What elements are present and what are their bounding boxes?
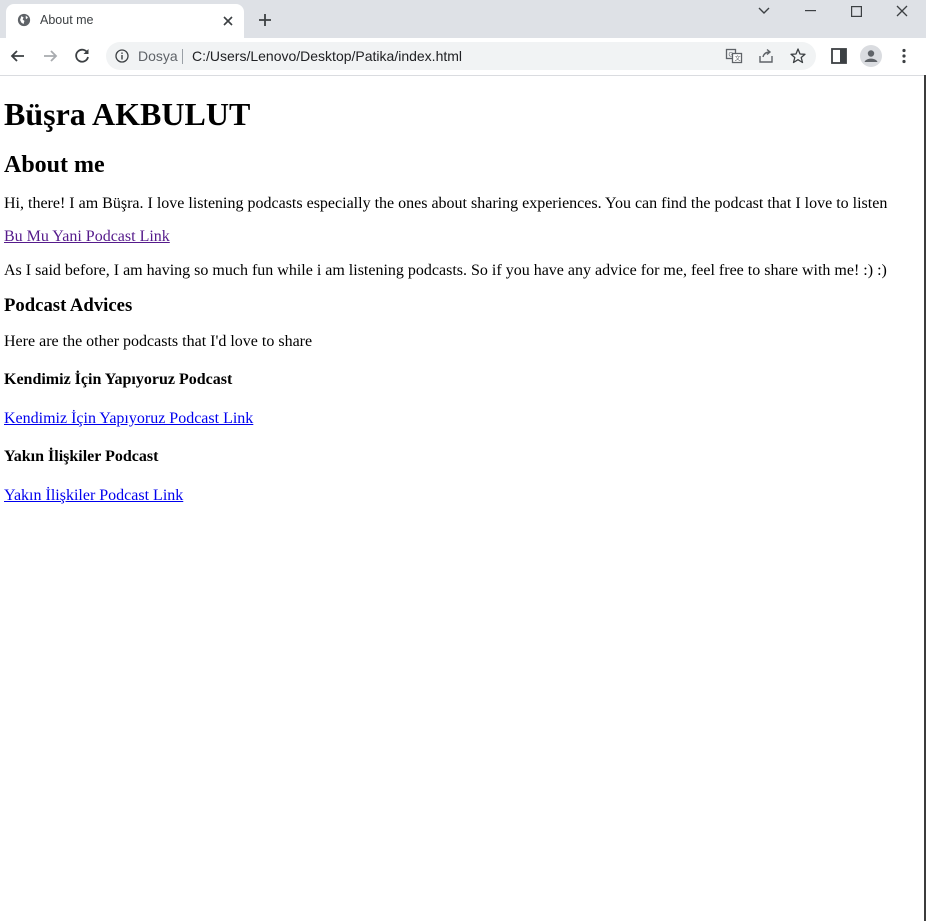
profile-avatar-icon[interactable] bbox=[860, 45, 882, 67]
podcast-title: Kendimiz İçin Yapıyoruz Podcast bbox=[4, 371, 233, 388]
advices-heading: Podcast Advices bbox=[4, 295, 133, 316]
side-panel-icon[interactable] bbox=[829, 46, 849, 66]
share-icon[interactable] bbox=[757, 47, 775, 65]
reload-icon[interactable] bbox=[72, 46, 92, 66]
new-tab-icon[interactable] bbox=[256, 11, 274, 29]
about-heading: About me bbox=[4, 152, 105, 178]
forward-arrow-icon[interactable] bbox=[40, 46, 60, 66]
kendimiz-icin-podcast-link[interactable]: Kendimiz İçin Yapıyoruz Podcast Link bbox=[4, 410, 253, 427]
page-title: Büşra AKBULUT bbox=[4, 96, 251, 132]
maximize-button[interactable] bbox=[833, 0, 879, 22]
advices-intro: Here are the other podcasts that I'd lov… bbox=[4, 333, 313, 350]
page-content: Büşra AKBULUT About me Hi, there! I am B… bbox=[4, 75, 914, 505]
bookmark-star-icon[interactable] bbox=[789, 47, 807, 65]
address-separator bbox=[182, 49, 183, 64]
info-icon[interactable] bbox=[115, 49, 129, 63]
maximize-icon bbox=[850, 5, 862, 17]
close-window-button[interactable] bbox=[879, 0, 925, 22]
outro-paragraph: As I said before, I am having so much fu… bbox=[4, 262, 887, 279]
browser-toolbar: Dosya C:/Users/Lenovo/Desktop/Patika/ind… bbox=[0, 38, 926, 76]
tab-search-button[interactable] bbox=[741, 0, 787, 22]
bu-mu-yani-podcast-link[interactable]: Bu Mu Yani Podcast Link bbox=[4, 228, 170, 245]
svg-text:G: G bbox=[729, 53, 734, 59]
translate-icon[interactable]: G 文 bbox=[725, 47, 743, 65]
address-scheme-label: Dosya bbox=[138, 48, 178, 64]
browser-tab[interactable]: About me bbox=[6, 4, 244, 38]
address-url[interactable]: C:/Users/Lenovo/Desktop/Patika/index.htm… bbox=[192, 48, 462, 64]
close-icon bbox=[896, 5, 908, 17]
tab-strip: About me bbox=[0, 0, 926, 38]
address-bar[interactable]: Dosya C:/Users/Lenovo/Desktop/Patika/ind… bbox=[106, 42, 816, 70]
svg-text:文: 文 bbox=[735, 55, 741, 63]
podcast-link-paragraph: Kendimiz İçin Yapıyoruz Podcast Link bbox=[4, 409, 914, 428]
chevron-down-icon bbox=[758, 7, 770, 14]
yakin-iliskiler-podcast-link[interactable]: Yakın İlişkiler Podcast Link bbox=[4, 487, 183, 504]
back-arrow-icon[interactable] bbox=[8, 46, 28, 66]
close-tab-icon[interactable] bbox=[221, 14, 235, 28]
podcast-title: Yakın İlişkiler Podcast bbox=[4, 448, 159, 465]
minimize-icon bbox=[804, 10, 816, 12]
tab-title: About me bbox=[40, 13, 94, 27]
minimize-button[interactable] bbox=[787, 0, 833, 22]
menu-dots-icon[interactable] bbox=[894, 46, 914, 66]
main-link-paragraph: Bu Mu Yani Podcast Link bbox=[4, 227, 914, 246]
podcast-link-paragraph: Yakın İlişkiler Podcast Link bbox=[4, 486, 914, 505]
intro-paragraph: Hi, there! I am Büşra. I love listening … bbox=[4, 195, 888, 212]
globe-icon bbox=[17, 13, 31, 27]
